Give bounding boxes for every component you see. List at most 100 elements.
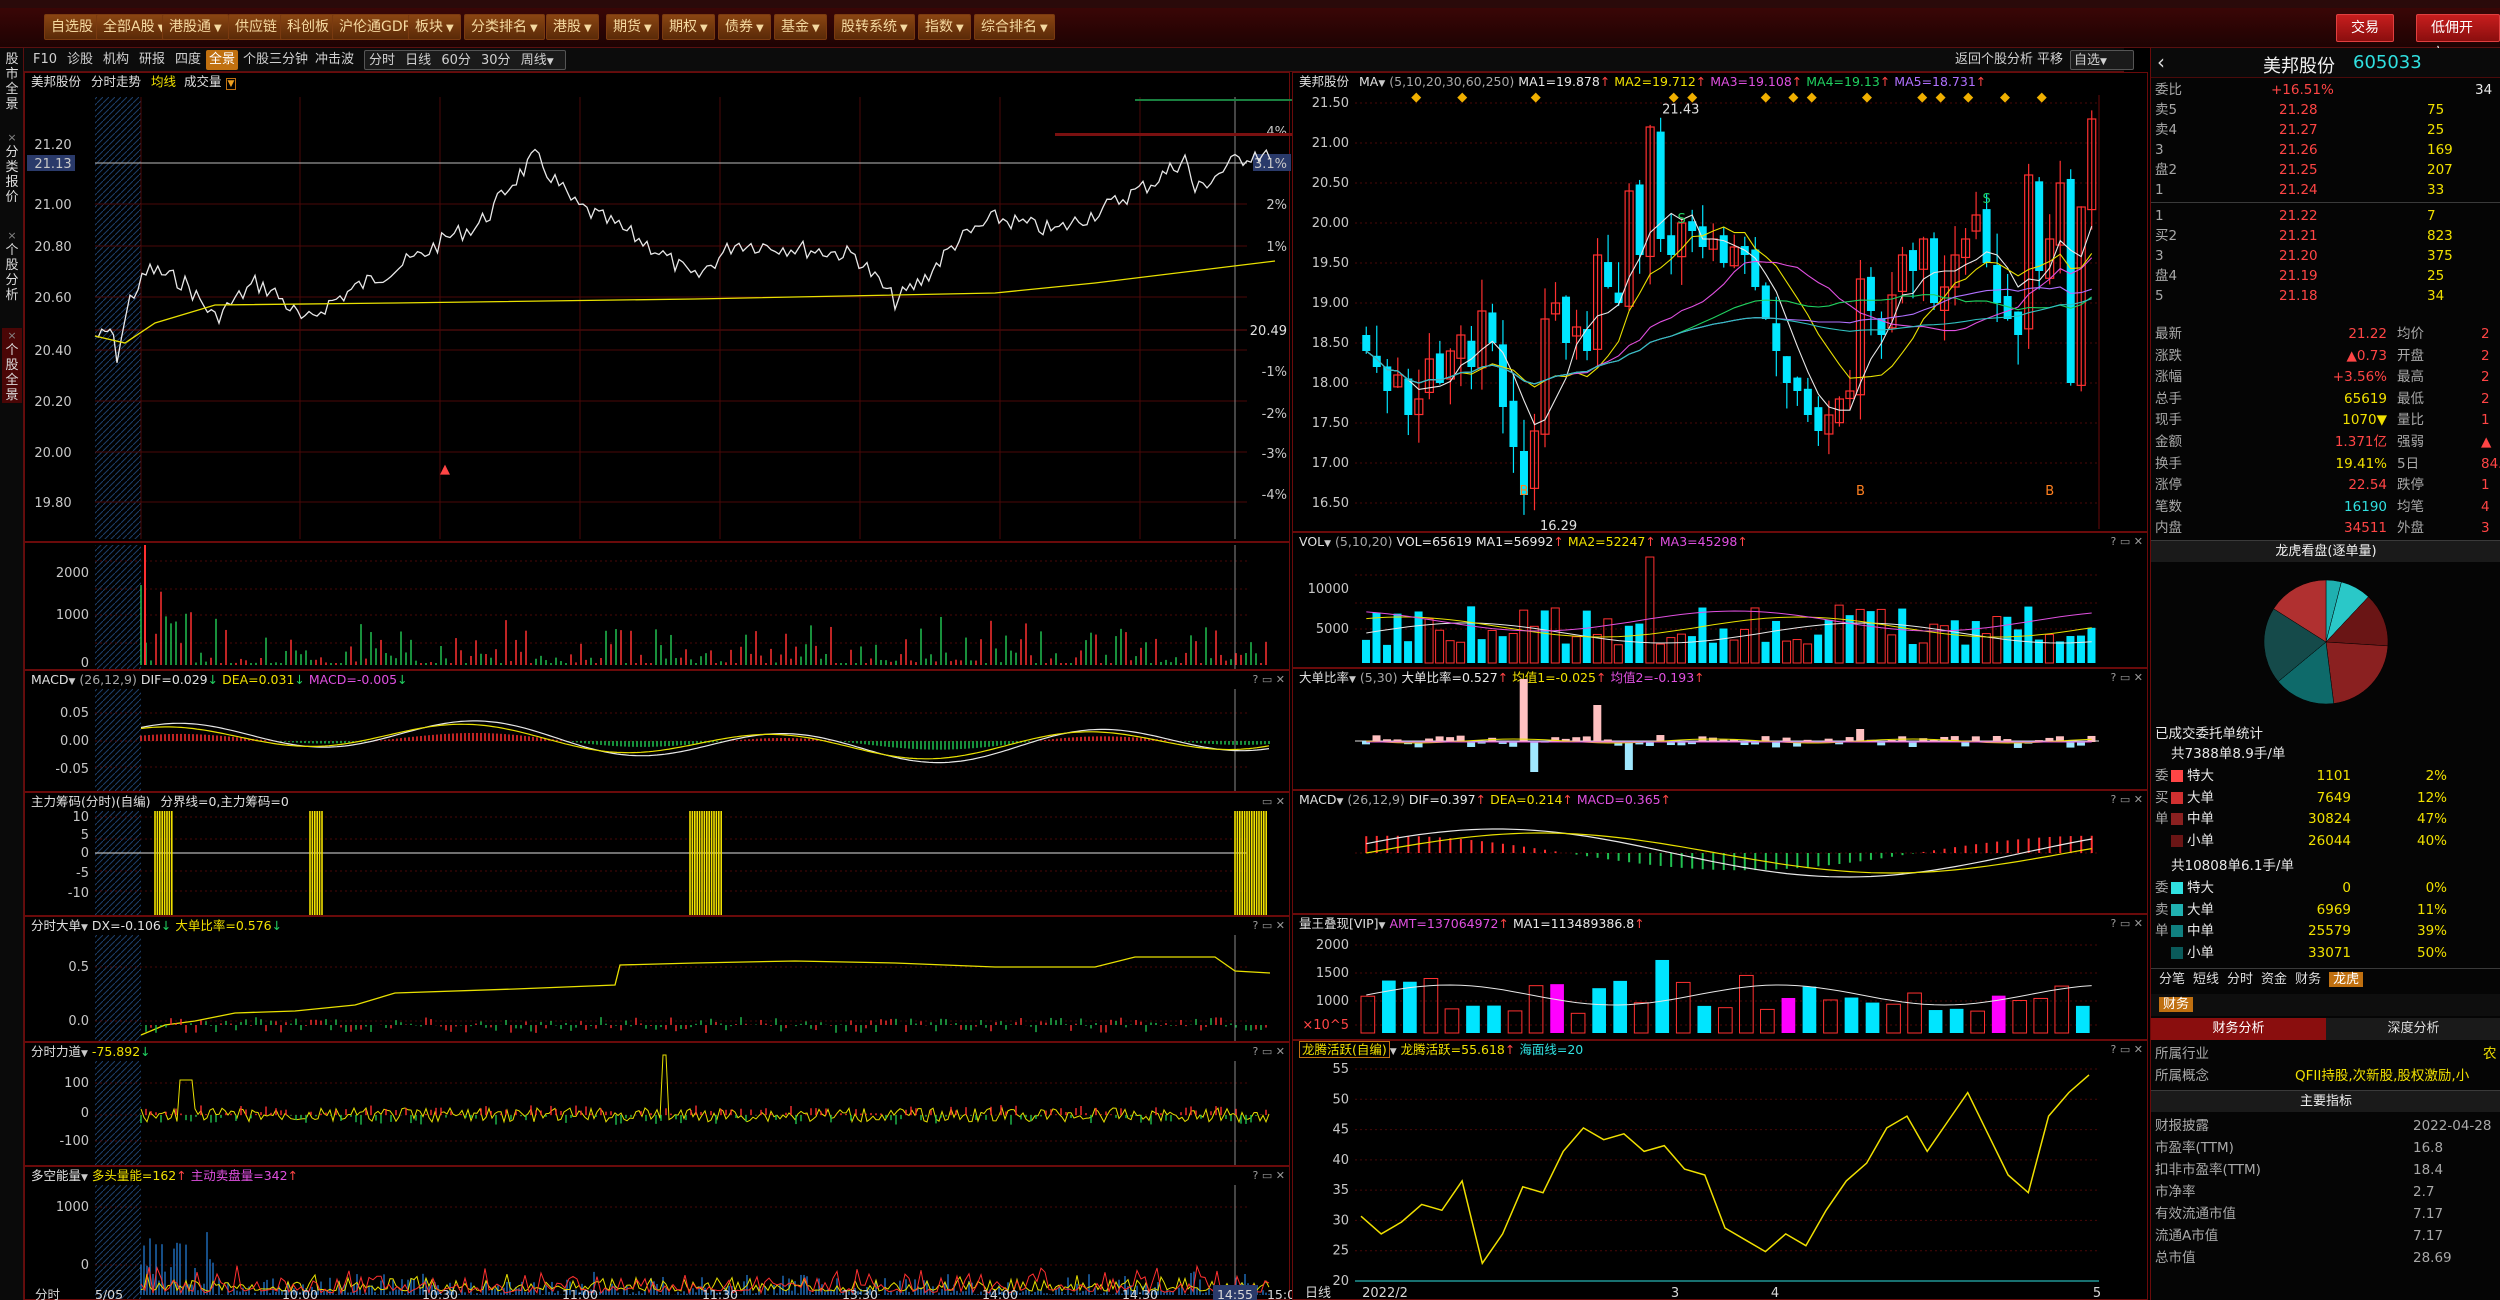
amt-bar [2033, 997, 2049, 1034]
y-tick: 10000 [1308, 582, 1349, 597]
candle-down [1719, 235, 1728, 263]
tb-sanfenzhong[interactable]: 个股三分钟 [240, 50, 311, 70]
value2: 2 [2481, 326, 2490, 342]
vtab-fenlei[interactable]: × 分类报价 [2, 130, 22, 205]
chevron-down-icon: ▼ [214, 23, 222, 34]
count: 1101 [2316, 768, 2351, 784]
pct: 11% [2416, 901, 2447, 918]
order-stat-row: 单 中单 25579 39% [2151, 921, 2500, 941]
menu-zhishu[interactable]: 指数 ▼ [918, 14, 971, 40]
y-tick: 1500 [1316, 966, 1349, 981]
menu-hulun[interactable]: 沪伦通GDR [332, 14, 420, 40]
tb-chongjibo[interactable]: 冲击波 [312, 50, 357, 70]
period-zhou[interactable]: 周线 [521, 53, 547, 68]
menu-qihuo[interactable]: 期货 ▼ [606, 14, 659, 40]
label: 已成交委托单统计 [2155, 726, 2263, 742]
dbr-bar [1551, 737, 1560, 742]
close-icon[interactable]: × [7, 229, 16, 242]
menu-gongyinglian[interactable]: 供应链 [228, 14, 284, 40]
tb-sidu[interactable]: 四度 [172, 50, 204, 70]
chevron-down-icon: ▼ [446, 23, 454, 34]
y-tick: 1000 [56, 1200, 89, 1215]
level: 3 [2155, 248, 2164, 264]
menu-ganggu[interactable]: 港股 ▼ [546, 14, 599, 40]
price-tick: 19.80 [34, 496, 71, 511]
tb-jigou[interactable]: 机构 [100, 50, 132, 70]
candle-down [1982, 209, 1991, 263]
menu-guzhuan[interactable]: 股转系统 ▼ [834, 14, 915, 40]
close-icon[interactable]: × [7, 131, 16, 144]
type-label: 中单 [2187, 923, 2214, 940]
period-30[interactable]: 30分 [481, 53, 511, 68]
candle-down [1782, 356, 1791, 383]
type: 特大 [2171, 766, 2214, 786]
period-rixian[interactable]: 日线 [405, 53, 431, 68]
vol-bar [1719, 628, 1728, 663]
date-tick: 日线 [1305, 1286, 1331, 1300]
price: 21.24 [2279, 182, 2318, 198]
menu-bar: 自选股 全部A股▼ 港股通▼ 供应链 科创板 沪伦通GDR 板块▼ 分类排名▼ … [0, 8, 2500, 62]
price-tick: 18.50 [1312, 336, 1349, 351]
trade-button[interactable]: 交易 [2336, 14, 2394, 42]
amt-ma [1366, 984, 2092, 1006]
vol-bar [1708, 642, 1717, 663]
vol-bar [1362, 639, 1370, 663]
open-account-button[interactable]: 低佣开户 [2416, 14, 2500, 62]
y-tick: 2000 [56, 566, 89, 581]
y-tick: 55 [1332, 1062, 1349, 1077]
tab-fenshi[interactable]: 分时 [2227, 972, 2253, 987]
tab-longhu[interactable]: 龙虎 [2329, 972, 2364, 987]
menu-bankuai[interactable]: 板块 ▼ [408, 14, 461, 40]
kline-svg: 21.50 21.00 20.50 20.00 19.50 19.00 18.50 18.00… [1312, 90, 2100, 534]
vol-bar [1635, 623, 1644, 663]
price: 21.20 [2279, 248, 2318, 264]
vtab-gegu-quanjing[interactable]: × 个股全景 [2, 328, 22, 403]
y-tick: 40 [1332, 1153, 1349, 1168]
tb-back[interactable]: 返回个股分析 [1952, 50, 2036, 70]
tab-caiwu[interactable]: 财务 [2295, 972, 2321, 987]
tab-fenbi[interactable]: 分笔 [2159, 972, 2185, 987]
tab-deep-analysis[interactable]: 深度分析 [2326, 1018, 2500, 1040]
label2: 外盘 [2397, 520, 2424, 537]
pct-tick: 4% [1266, 125, 1287, 140]
tb-zhengu[interactable]: 诊股 [64, 50, 96, 70]
period-fenshi[interactable]: 分时 [369, 53, 395, 68]
menu-zhaiquan[interactable]: 债券 ▼ [718, 14, 771, 40]
menu-quanbu-a[interactable]: 全部A股▼ [96, 14, 173, 40]
vol-bar [1372, 612, 1381, 663]
close-icon[interactable]: × [7, 329, 16, 342]
order-stat-row: 卖 大单 6969 11% [2151, 900, 2500, 920]
swatch [2171, 770, 2183, 782]
macd-intraday-panel: MACD▼ (26,12,9) DIF=0.029↓ DEA=0.031↓ MA… [24, 670, 1290, 792]
tb-f10[interactable]: F10 [30, 50, 60, 70]
menu-zonghe[interactable]: 综合排名 ▼ [974, 14, 1055, 40]
tb-yanbao[interactable]: 研报 [136, 50, 168, 70]
pct-tick: -2% [1262, 407, 1287, 422]
ask-row: 卖5 21.28 75 [2151, 100, 2500, 120]
y-tick: 1000 [1316, 994, 1349, 1009]
chevron-left-icon[interactable]: ‹ [2157, 50, 2165, 74]
menu-kechuang[interactable]: 科创板 [280, 14, 336, 40]
menu-ganggutong[interactable]: 港股通 ▼ [162, 14, 229, 40]
tab-zijin[interactable]: 资金 [2261, 972, 2287, 987]
tb-quanjing[interactable]: 全景 [206, 50, 239, 70]
tb-pingyi[interactable]: 平移 [2034, 50, 2066, 70]
vtab-shichang[interactable]: 股市全景 [2, 52, 22, 112]
menu-qiquan[interactable]: 期权 ▼ [662, 14, 715, 40]
menu-jijin[interactable]: 基金 ▼ [774, 14, 827, 40]
tab-fin-analysis[interactable]: 财务分析 [2151, 1018, 2326, 1040]
buy-header: 共7388单8.9手/单 [2151, 744, 2500, 764]
tab-duanxian[interactable]: 短线 [2193, 972, 2219, 987]
candle-down [1467, 340, 1476, 367]
stock-code: 605033 [2353, 52, 2422, 73]
chevron-down-icon: ▼ [900, 23, 908, 34]
diamond-marker: ◆ [1807, 90, 1817, 105]
vol-bar [1866, 611, 1875, 663]
tb-zixuan-select[interactable]: 自选▼ [2070, 50, 2134, 70]
menu-fenlei[interactable]: 分类排名 ▼ [464, 14, 545, 40]
zhuli-panel: 主力筹码(分时)(自编) 分界线=0,主力筹码=0 ▭ ✕ 10 5 0 -5 -10 [24, 792, 1290, 916]
menu-zixuan[interactable]: 自选股 [44, 14, 100, 40]
vtab-gegu-fenxi[interactable]: × 个股分析 [2, 228, 22, 303]
period-60[interactable]: 60分 [441, 53, 471, 68]
tab-fin[interactable]: 财务 [2159, 997, 2194, 1012]
